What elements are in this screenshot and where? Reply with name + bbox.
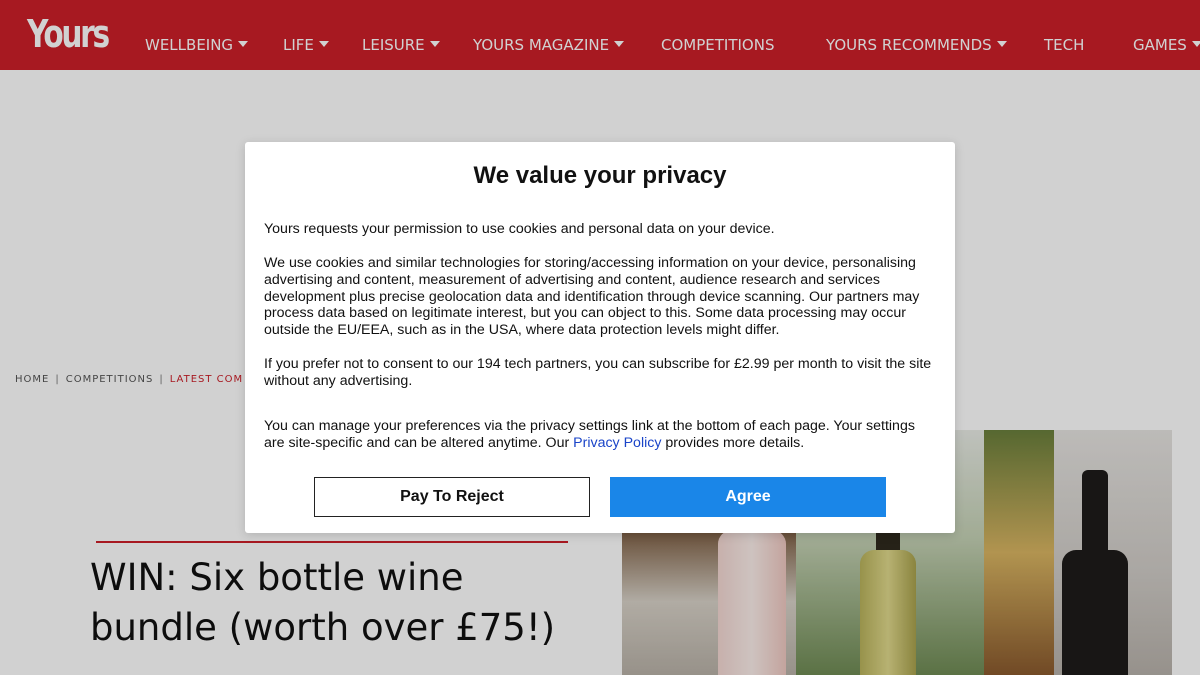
privacy-consent-dialog: We value your privacy Yours requests you… (245, 142, 955, 533)
consent-preferences-text: You can manage your preferences via the … (264, 418, 936, 452)
consent-cookies-text: We use cookies and similar technologies … (264, 255, 920, 339)
consent-subscription-text: If you prefer not to consent to our 194 … (264, 356, 932, 389)
pay-to-reject-button[interactable]: Pay To Reject (314, 477, 590, 517)
privacy-policy-link[interactable]: Privacy Policy (573, 435, 661, 451)
consent-intro-text: Yours requests your permission to use co… (264, 221, 775, 237)
preferences-text-end: provides more details. (661, 434, 805, 451)
agree-button[interactable]: Agree (610, 477, 886, 517)
dialog-title: We value your privacy (473, 162, 727, 189)
